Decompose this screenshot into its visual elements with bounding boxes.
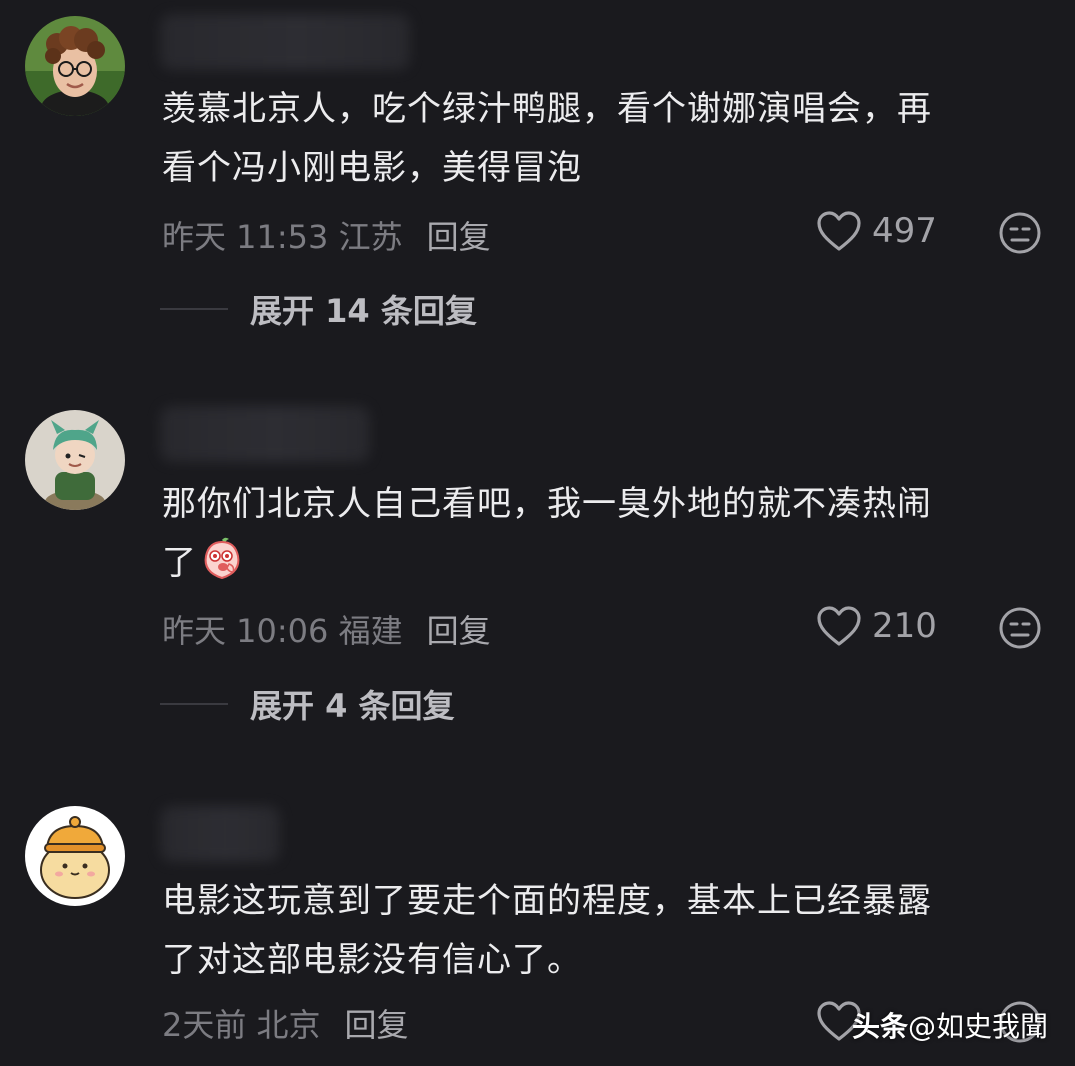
- comment-meta: 2天前 北京 回复: [162, 1000, 409, 1046]
- expand-replies-label: 展开 14 条回复: [250, 292, 477, 330]
- user-avatar[interactable]: [25, 410, 125, 510]
- like-button[interactable]: 210: [816, 605, 937, 647]
- divider-line: [160, 308, 228, 310]
- user-avatar[interactable]: [25, 16, 125, 116]
- comment-meta: 昨天 11:53 江苏 回复: [162, 212, 491, 258]
- heart-icon: [817, 211, 861, 251]
- comment-text-line: 电影这玩意到了要走个面的程度，基本上已经暴露: [162, 881, 932, 921]
- comment-time-location: 昨天 11:53 江苏: [162, 218, 403, 256]
- comment-text-line: 看个冯小刚电影，美得冒泡: [162, 148, 582, 188]
- divider-line: [160, 703, 228, 705]
- user-avatar[interactable]: [25, 806, 125, 906]
- comment-text: 羡慕北京人，吃个绿汁鸭腿，看个谢娜演唱会，再 看个冯小刚电影，美得冒泡: [162, 80, 1042, 198]
- avatar-cartoon-bear-icon: [25, 806, 125, 906]
- comment-text-line: 了对这部电影没有信心了。: [162, 940, 582, 980]
- dislike-face-icon[interactable]: [998, 606, 1042, 650]
- comment-time-location: 2天前 北京: [162, 1006, 321, 1044]
- expand-replies-label: 展开 4 条回复: [250, 687, 455, 725]
- like-button[interactable]: 497: [816, 210, 937, 252]
- reply-button[interactable]: 回复: [427, 218, 491, 256]
- comment-text-fragment: 了: [162, 543, 197, 583]
- comment-text-line: 那你们北京人自己看吧，我一臭外地的就不凑热闹: [162, 484, 932, 524]
- expand-replies-button[interactable]: 展开 4 条回复: [160, 681, 455, 727]
- watermark: 头条@如史我聞: [852, 1005, 1048, 1045]
- username-redacted[interactable]: [160, 806, 280, 862]
- comment-text-line: 羡慕北京人，吃个绿汁鸭腿，看个谢娜演唱会，再: [162, 89, 932, 129]
- watermark-handle: @如史我聞: [908, 1010, 1049, 1043]
- heart-icon: [817, 606, 861, 646]
- comment-text: 那你们北京人自己看吧，我一臭外地的就不凑热闹 了: [162, 475, 1042, 601]
- comment-time-location: 昨天 10:06 福建: [162, 612, 403, 650]
- reply-button[interactable]: 回复: [427, 612, 491, 650]
- like-count: 497: [872, 211, 937, 251]
- username-redacted[interactable]: [160, 14, 410, 70]
- username-redacted[interactable]: [160, 406, 370, 462]
- comment-text-line: 了: [162, 534, 1042, 601]
- comment-text: 电影这玩意到了要走个面的程度，基本上已经暴露 了对这部电影没有信心了。: [162, 872, 1042, 990]
- expand-replies-button[interactable]: 展开 14 条回复: [160, 286, 477, 332]
- shy-peach-emoji-icon: [199, 536, 245, 601]
- dislike-face-icon[interactable]: [998, 211, 1042, 255]
- watermark-brand: 头条: [852, 1010, 909, 1043]
- avatar-curly-hair-man-icon: [25, 16, 125, 116]
- comment-meta: 昨天 10:06 福建 回复: [162, 606, 491, 652]
- avatar-green-hair-figurine-icon: [25, 410, 125, 510]
- like-count: 210: [872, 606, 937, 646]
- reply-button[interactable]: 回复: [345, 1006, 409, 1044]
